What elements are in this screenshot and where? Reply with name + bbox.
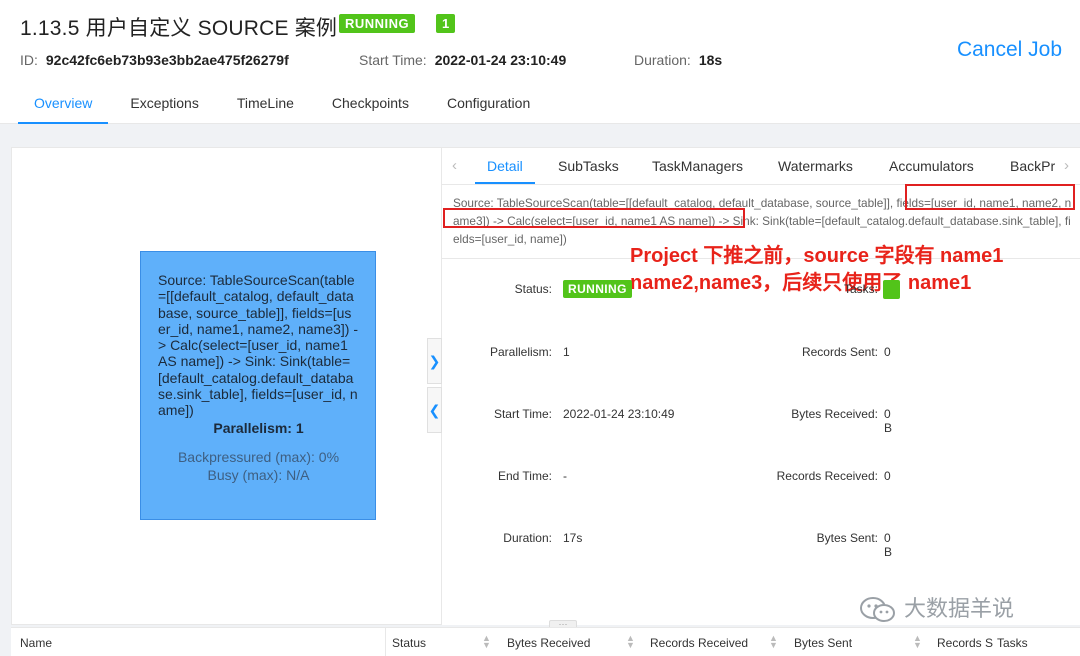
parallelism-value: 1 — [563, 345, 570, 359]
node-detail-panel: ‹ Detail SubTasks TaskManagers Watermark… — [442, 147, 1080, 625]
highlight-box-calc-select — [443, 208, 745, 228]
job-graph-panel: Source: TableSourceScan(table=[[default_… — [11, 147, 442, 625]
detail-tab-detail[interactable]: Detail — [487, 158, 523, 174]
job-id-value: 92c42fc6eb73b93e3bb2ae475f26279f — [45, 52, 289, 68]
column-records-received[interactable]: Records Received — [650, 636, 748, 650]
end-time-label: End Time: — [497, 469, 552, 483]
start-time-field-label: Start Time: — [493, 407, 552, 421]
job-tabs: Overview Exceptions TimeLine Checkpoints… — [18, 86, 552, 124]
active-tab-indicator — [475, 182, 535, 184]
column-records-sent[interactable]: Records S — [937, 636, 993, 650]
operator-description: Source: TableSourceScan(table=[[default_… — [158, 272, 358, 419]
tab-timeline[interactable]: TimeLine — [221, 86, 310, 124]
sort-bytes-sent-icon[interactable]: ▲ ▼ — [913, 634, 922, 650]
bytes-received-value: 0 B — [884, 407, 893, 435]
tab-checkpoints[interactable]: Checkpoints — [316, 86, 425, 124]
detail-tab-backpressure[interactable]: BackPr — [1010, 158, 1055, 174]
column-status[interactable]: Status — [392, 636, 426, 650]
job-id-label: ID: — [20, 52, 38, 68]
operator-parallelism: Parallelism: 1 — [213, 419, 304, 436]
task-count-badge: 1 — [436, 14, 456, 33]
start-time-label: Start Time: — [359, 52, 427, 68]
vertex-table-header: Name Status ▲ ▼ Bytes Received ▲ ▼ Records… — [11, 627, 1080, 656]
cancel-job-button[interactable]: Cancel Job — [957, 38, 1062, 62]
duration-field-value: 17s — [563, 531, 583, 545]
start-time-field-value: 2022-01-24 23:10:49 — [563, 407, 675, 421]
duration-field-label: Duration: — [503, 531, 552, 545]
sort-status-icon[interactable]: ▲ ▼ — [482, 634, 491, 650]
start-time-value: 2022-01-24 23:10:49 — [434, 52, 567, 68]
job-status-badge: RUNNING — [339, 14, 416, 33]
status-badge: RUNNING — [563, 280, 632, 298]
operator-node[interactable]: Source: TableSourceScan(table=[[default_… — [140, 251, 376, 520]
duration-label: Duration: — [634, 52, 691, 68]
tab-overview[interactable]: Overview — [18, 86, 109, 124]
annotation-line-1: Project 下推之前，source 字段有 name1 — [630, 245, 1004, 267]
chevron-left-icon[interactable]: ‹ — [452, 157, 457, 174]
bytes-received-label: Bytes Received: — [791, 407, 878, 421]
column-tasks[interactable]: Tasks — [997, 636, 1028, 650]
bytes-sent-label: Bytes Sent: — [816, 531, 878, 545]
records-sent-value: 0 — [884, 345, 891, 359]
tasks-badge — [883, 280, 900, 299]
sort-bytes-received-icon[interactable]: ▲ ▼ — [626, 634, 635, 650]
records-sent-label: Records Sent: — [801, 345, 878, 359]
detail-tab-watermarks[interactable]: Watermarks — [778, 158, 853, 174]
column-bytes-received[interactable]: Bytes Received — [507, 636, 590, 650]
detail-tab-accumulators[interactable]: Accumulators — [889, 158, 974, 174]
sort-records-received-icon[interactable]: ▲ ▼ — [769, 634, 778, 650]
job-header: 1.13.5 用户自定义 SOURCE 案例 RUNNING 1 ID: 92c4… — [0, 0, 1080, 124]
detail-tab-taskmanagers[interactable]: TaskManagers — [652, 158, 743, 174]
records-received-value: 0 — [884, 469, 891, 483]
wechat-icon — [860, 597, 895, 623]
detail-tabs: ‹ Detail SubTasks TaskManagers Watermark… — [442, 148, 1080, 185]
detail-tab-subtasks[interactable]: SubTasks — [558, 158, 619, 174]
column-name[interactable]: Name — [20, 636, 52, 650]
operator-backpressured: Backpressured (max): 0% — [177, 448, 340, 465]
duration-meta: Duration: 18s — [634, 52, 722, 68]
job-id-meta: ID: 92c42fc6eb73b93e3bb2ae475f26279f — [20, 52, 289, 68]
parallelism-label: Parallelism: — [489, 345, 552, 359]
tasks-label: Tasks: — [843, 282, 878, 296]
highlight-box-source-fields — [905, 184, 1075, 210]
duration-value: 18s — [698, 52, 723, 68]
status-label: Status: — [514, 282, 552, 296]
tab-exceptions[interactable]: Exceptions — [114, 86, 214, 124]
watermark-text: 大数据羊说 — [904, 596, 1015, 621]
job-title: 1.13.5 用户自定义 SOURCE 案例 — [20, 17, 338, 40]
start-time-meta: Start Time: 2022-01-24 23:10:49 — [359, 52, 566, 68]
chevron-right-icon[interactable]: › — [1064, 157, 1069, 174]
watermark: 大数据羊说 — [858, 591, 1014, 624]
records-received-label: Records Received: — [776, 469, 878, 483]
end-time-value: - — [563, 469, 567, 483]
operator-busy: Busy (max): N/A — [207, 466, 310, 483]
column-separator — [385, 628, 386, 656]
column-bytes-sent[interactable]: Bytes Sent — [794, 636, 852, 650]
tab-configuration[interactable]: Configuration — [431, 86, 546, 124]
bytes-sent-value: 0 B — [884, 531, 893, 559]
